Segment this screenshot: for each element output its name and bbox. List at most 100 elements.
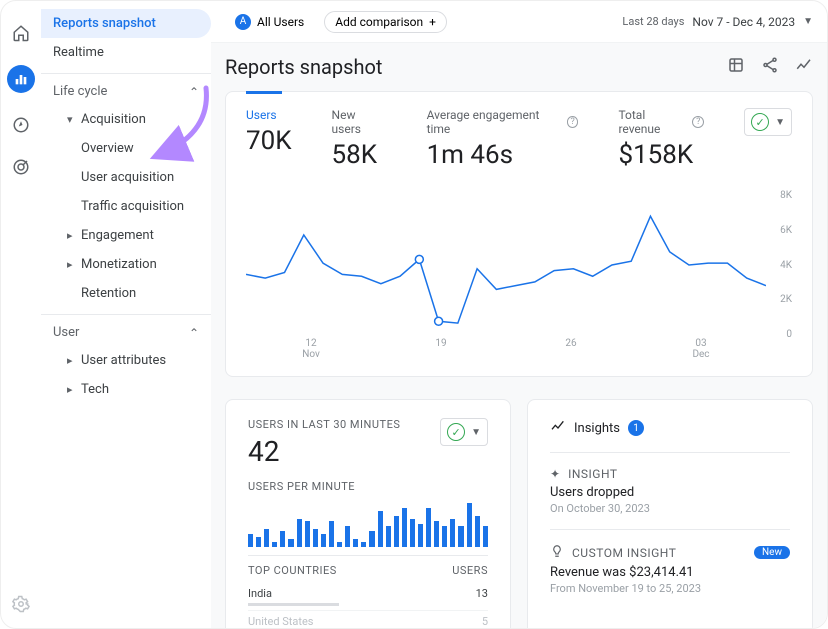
insights-sparkle-icon — [550, 418, 566, 438]
check-icon: ✓ — [751, 113, 769, 131]
share-icon[interactable] — [761, 56, 779, 78]
icon-rail — [1, 1, 41, 628]
add-comparison-chip[interactable]: Add comparison + — [324, 11, 447, 33]
all-users-chip[interactable]: A All Users — [225, 11, 314, 33]
chart-y-axis: 8K6K4K2K0 — [768, 190, 792, 340]
explore-icon[interactable] — [11, 115, 31, 135]
card-menu-button[interactable]: ✓▼ — [440, 418, 488, 446]
insights-count-badge: 1 — [628, 420, 644, 436]
insight-label: INSIGHT — [568, 467, 617, 481]
customize-icon[interactable] — [727, 56, 745, 78]
sidebar-lifecycle-header[interactable]: Life cycle ⌃ — [41, 74, 211, 105]
insights-card: Insights 1 ✦ INSIGHT Users dropped On Oc… — [527, 399, 813, 628]
date-preset-label: Last 28 days — [622, 15, 684, 28]
users-per-minute-chart — [248, 503, 488, 547]
caret-right-icon: ▸ — [67, 229, 75, 242]
country-name: United States — [248, 615, 482, 628]
help-icon[interactable]: ? — [692, 116, 704, 128]
metric-revenue-value: $158K — [618, 140, 704, 170]
metric-avg-label: Average engagement time — [427, 108, 563, 136]
chevron-down-icon: ▼ — [803, 16, 813, 27]
top-countries: TOP COUNTRIESUSERS India13United States5 — [248, 555, 488, 628]
page-title: Reports snapshot — [225, 55, 382, 79]
sidebar-realtime[interactable]: Realtime — [41, 38, 211, 67]
users-chart: 8K6K4K2K0 12 Nov192603 Dec — [246, 190, 792, 360]
settings-icon[interactable] — [11, 594, 31, 614]
tech-label: Tech — [81, 382, 109, 397]
title-bar: Reports snapshot — [211, 43, 827, 91]
plus-icon: + — [429, 15, 436, 29]
home-icon[interactable] — [11, 23, 31, 43]
caret-right-icon: ▸ — [67, 258, 75, 271]
metric-avg-engagement[interactable]: Average engagement time? 1m 46s — [427, 108, 579, 170]
realtime-subtitle: USERS PER MINUTE — [248, 480, 488, 493]
caret-down-icon: ▾ — [67, 113, 75, 126]
sidebar-user-attributes[interactable]: ▸ User attributes — [41, 346, 211, 375]
insight2-sub: From November 19 to 25, 2023 — [550, 582, 790, 595]
reports-icon[interactable] — [7, 65, 35, 93]
chevron-up-icon: ⌃ — [189, 326, 199, 340]
insight2-title[interactable]: Revenue was $23,414.41 — [550, 565, 790, 580]
lifecycle-label: Life cycle — [53, 84, 107, 99]
chevron-down-icon: ▼ — [471, 427, 481, 438]
metric-revenue-label: Total revenue — [618, 108, 688, 136]
realtime-value: 42 — [248, 435, 440, 468]
date-range-label: Nov 7 - Dec 4, 2023 — [692, 15, 795, 29]
user-label: User — [53, 325, 79, 340]
metric-newusers-value: 58K — [332, 140, 387, 170]
sidebar-user-acquisition[interactable]: User acquisition — [41, 163, 211, 192]
retention-label: Retention — [81, 286, 136, 301]
sparkle-icon: ✦ — [550, 467, 560, 481]
sidebar-traffic-acquisition[interactable]: Traffic acquisition — [41, 192, 211, 221]
sidebar-user-header[interactable]: User ⌃ — [41, 315, 211, 346]
all-users-label: All Users — [257, 15, 304, 29]
sidebar-overview[interactable]: Overview — [41, 134, 211, 163]
chevron-down-icon: ▼ — [775, 117, 785, 128]
all-users-circle: A — [235, 14, 251, 30]
metric-new-users[interactable]: New users 58K — [332, 108, 387, 170]
country-row[interactable]: United States5 — [248, 611, 488, 628]
realtime-title: USERS IN LAST 30 MINUTES — [248, 418, 440, 431]
metric-users[interactable]: Users 70K — [246, 108, 292, 156]
add-comparison-label: Add comparison — [335, 15, 423, 29]
sidebar-monetization[interactable]: ▸Monetization — [41, 250, 211, 279]
card-menu-button[interactable]: ✓▼ — [744, 108, 792, 136]
engagement-label: Engagement — [81, 228, 154, 243]
topbar: A All Users Add comparison + Last 28 day… — [211, 1, 827, 43]
sidebar-tech[interactable]: ▸Tech — [41, 375, 211, 404]
metric-avg-value: 1m 46s — [427, 140, 579, 170]
sidebar: Reports snapshot Realtime Life cycle ⌃ ▾… — [41, 9, 211, 620]
realtime-card: USERS IN LAST 30 MINUTES 42 ✓▼ USERS PER… — [225, 399, 511, 628]
bulb-icon — [550, 544, 564, 561]
caret-right-icon: ▸ — [67, 354, 75, 367]
insights-icon[interactable] — [795, 56, 813, 78]
sidebar-engagement[interactable]: ▸ Engagement — [41, 221, 211, 250]
help-icon[interactable]: ? — [567, 116, 579, 128]
insight1-sub: On October 30, 2023 — [550, 502, 790, 515]
metrics-card: Users 70K New users 58K Average engageme… — [225, 91, 813, 377]
date-range-picker[interactable]: Last 28 days Nov 7 - Dec 4, 2023 ▼ — [622, 15, 813, 29]
sidebar-reports-snapshot[interactable]: Reports snapshot — [41, 9, 211, 38]
metric-users-value: 70K — [246, 126, 292, 156]
user-attr-label: User attributes — [81, 353, 166, 368]
metric-users-label: Users — [246, 108, 292, 122]
check-icon: ✓ — [447, 423, 465, 441]
new-badge: New — [754, 546, 790, 559]
sidebar-retention[interactable]: ▸Retention — [41, 279, 211, 308]
country-name: India — [248, 587, 476, 600]
acquisition-label: Acquisition — [81, 112, 146, 127]
main-content: A All Users Add comparison + Last 28 day… — [211, 1, 827, 628]
metric-revenue[interactable]: Total revenue? $158K — [618, 108, 704, 170]
custom-insight-label: CUSTOM INSIGHT — [572, 546, 676, 560]
country-row[interactable]: India13 — [248, 583, 488, 611]
top-countries-label: TOP COUNTRIES — [248, 564, 337, 577]
insights-header: Insights — [574, 421, 620, 436]
metric-newusers-label: New users — [332, 108, 387, 136]
sidebar-acquisition[interactable]: ▾ Acquisition — [41, 105, 211, 134]
insight1-title[interactable]: Users dropped — [550, 485, 790, 500]
ads-icon[interactable] — [11, 157, 31, 177]
chart-x-axis: 12 Nov192603 Dec — [246, 338, 766, 360]
chevron-up-icon: ⌃ — [189, 85, 199, 99]
country-users: 5 — [482, 615, 488, 628]
users-col-label: USERS — [452, 564, 488, 577]
